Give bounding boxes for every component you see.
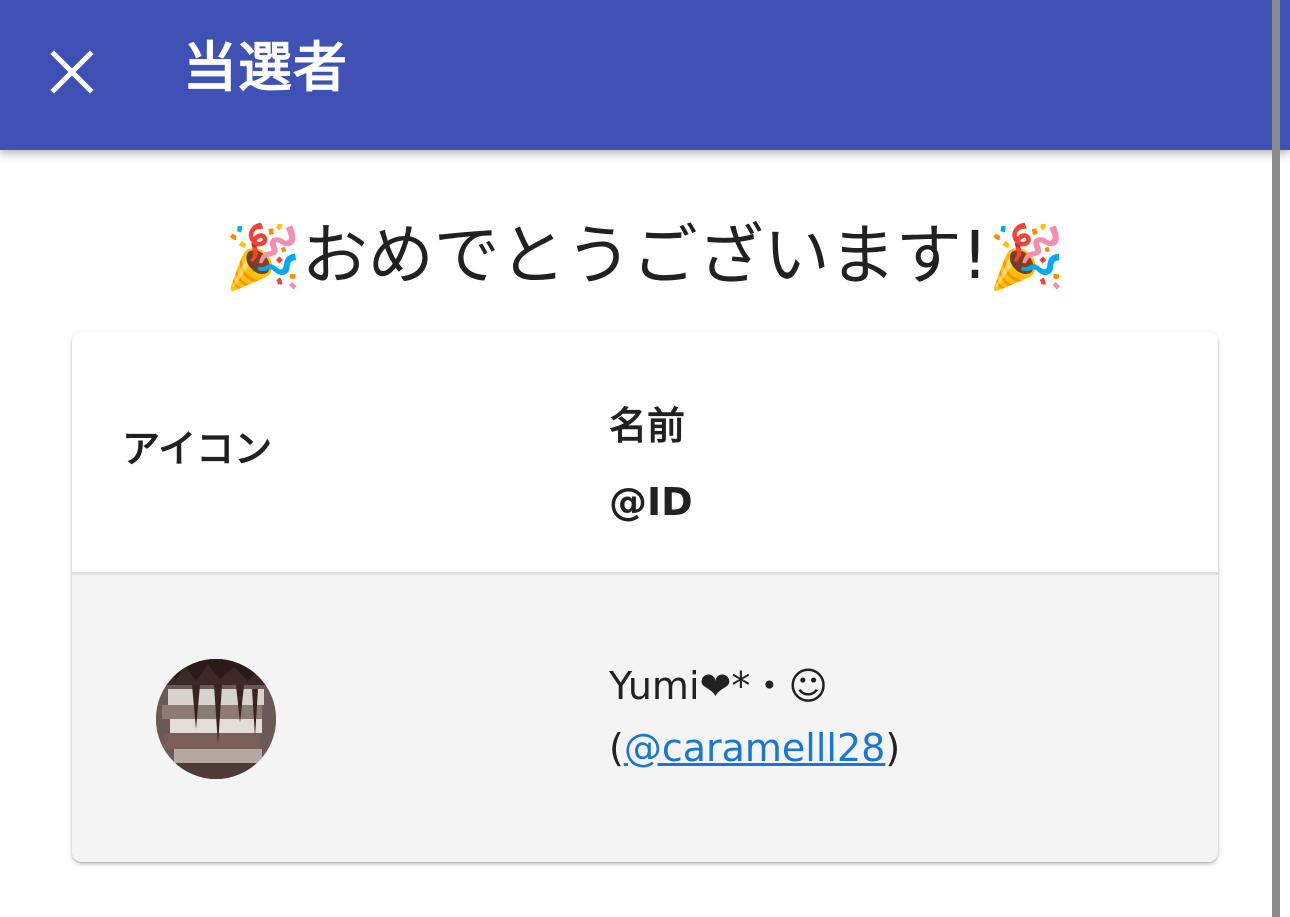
winner-id-link[interactable]: @caramelll28	[624, 726, 886, 770]
avatar	[156, 659, 276, 779]
column-header-id: @ID	[609, 480, 693, 524]
winner-name-cell: Yumi❤*・☺ (@caramelll28)	[609, 655, 900, 779]
close-button[interactable]	[36, 36, 108, 108]
column-header-icon: アイコン	[122, 427, 273, 471]
table-row: Yumi❤*・☺ (@caramelll28)	[72, 575, 1218, 862]
winner-id-line: (@caramelll28)	[609, 717, 900, 779]
close-icon	[50, 50, 94, 94]
winner-name: Yumi❤*・☺	[609, 664, 828, 708]
table-header: アイコン 名前 @ID	[72, 332, 1218, 575]
scrollbar[interactable]	[1272, 0, 1280, 917]
user-avatar	[156, 659, 276, 779]
column-header-name: 名前	[609, 404, 686, 448]
id-close-paren: )	[885, 726, 901, 770]
id-open-paren: (	[609, 726, 624, 770]
winners-table: アイコン 名前 @ID Yumi❤*・☺ (@caramelll28)	[72, 332, 1218, 862]
congratulations-heading: 🎉おめでとうございます!🎉	[0, 208, 1290, 305]
app-bar: 当選者	[0, 0, 1290, 150]
page-title: 当選者	[183, 36, 348, 99]
column-header-name-id: 名前 @ID	[609, 388, 693, 540]
winner-dialog: 当選者 🎉おめでとうございます!🎉 アイコン 名前 @ID Yumi❤*・☺ (…	[0, 0, 1290, 917]
party-popper-icon: 🎉	[224, 220, 302, 293]
congratulations-text: おめでとうございます!	[301, 217, 989, 294]
party-popper-icon: 🎉	[988, 220, 1066, 293]
